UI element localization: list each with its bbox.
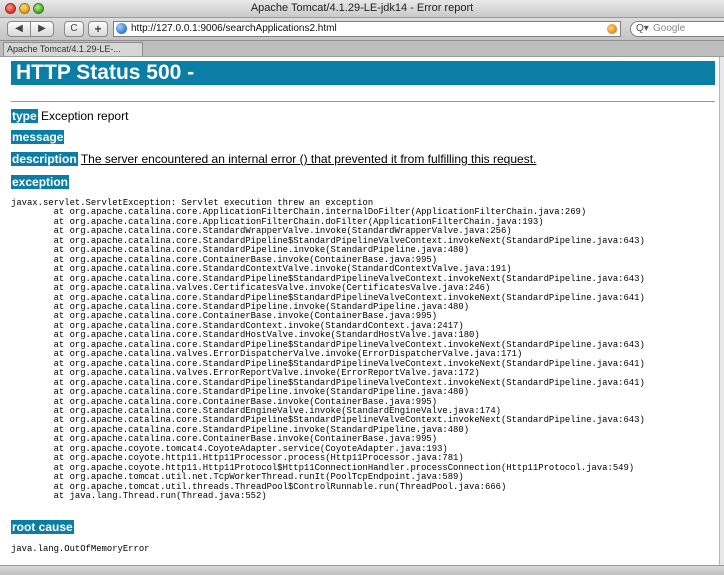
tab-error-report[interactable]: Apache Tomcat/4.1.29-LE-...: [3, 42, 143, 56]
globe-icon: [116, 23, 127, 34]
add-bookmark-button[interactable]: +: [88, 21, 108, 37]
description-label: description: [11, 152, 78, 166]
search-field[interactable]: Q▾ Google: [630, 21, 724, 37]
browser-toolbar: ◀ ▶ C + http://127.0.0.1:9006/searchAppl…: [0, 18, 724, 41]
type-row: type Exception report: [11, 109, 128, 123]
reload-icon: C: [70, 23, 78, 34]
description-value: The server encountered an internal error…: [80, 152, 537, 166]
search-icon[interactable]: Q▾: [636, 22, 649, 36]
divider: [11, 101, 715, 102]
stack-trace: javax.servlet.ServletException: Servlet …: [11, 198, 645, 502]
search-placeholder: Google: [653, 23, 686, 34]
scrollbar[interactable]: [719, 57, 724, 565]
address-bar[interactable]: http://127.0.0.1:9006/searchApplications…: [113, 21, 621, 37]
message-row: message: [11, 130, 65, 144]
window-title: Apache Tomcat/4.1.29-LE-jdk14 - Error re…: [250, 2, 474, 14]
reload-button[interactable]: C: [64, 21, 84, 37]
forward-arrow-icon: ▶: [38, 23, 46, 34]
root-cause-label: root cause: [11, 520, 74, 534]
root-cause-row: root cause: [11, 520, 74, 534]
page-content: HTTP Status 500 - type Exception report …: [0, 57, 719, 565]
type-value: Exception report: [41, 109, 129, 123]
root-cause-value: java.lang.OutOfMemoryError: [11, 544, 150, 554]
browser-window: Apache Tomcat/4.1.29-LE-jdk14 - Error re…: [0, 0, 724, 575]
message-label: message: [11, 130, 65, 144]
stack-trace-line: at java.lang.Thread.run(Thread.java:552): [11, 491, 267, 502]
type-label: type: [11, 109, 38, 123]
title-bar[interactable]: Apache Tomcat/4.1.29-LE-jdk14 - Error re…: [0, 0, 724, 18]
address-url: http://127.0.0.1:9006/searchApplications…: [131, 23, 337, 34]
status-bar: [0, 565, 724, 575]
back-arrow-icon: ◀: [15, 23, 23, 34]
tab-bar: Apache Tomcat/4.1.29-LE-...: [0, 41, 724, 57]
rss-icon[interactable]: [607, 24, 617, 34]
plus-icon: +: [94, 22, 102, 36]
exception-label: exception: [11, 175, 70, 189]
exception-row: exception: [11, 175, 70, 189]
back-button[interactable]: ◀: [7, 21, 31, 37]
page-title: HTTP Status 500 -: [11, 61, 715, 85]
forward-button[interactable]: ▶: [30, 21, 54, 37]
description-row: description The server encountered an in…: [11, 152, 536, 166]
